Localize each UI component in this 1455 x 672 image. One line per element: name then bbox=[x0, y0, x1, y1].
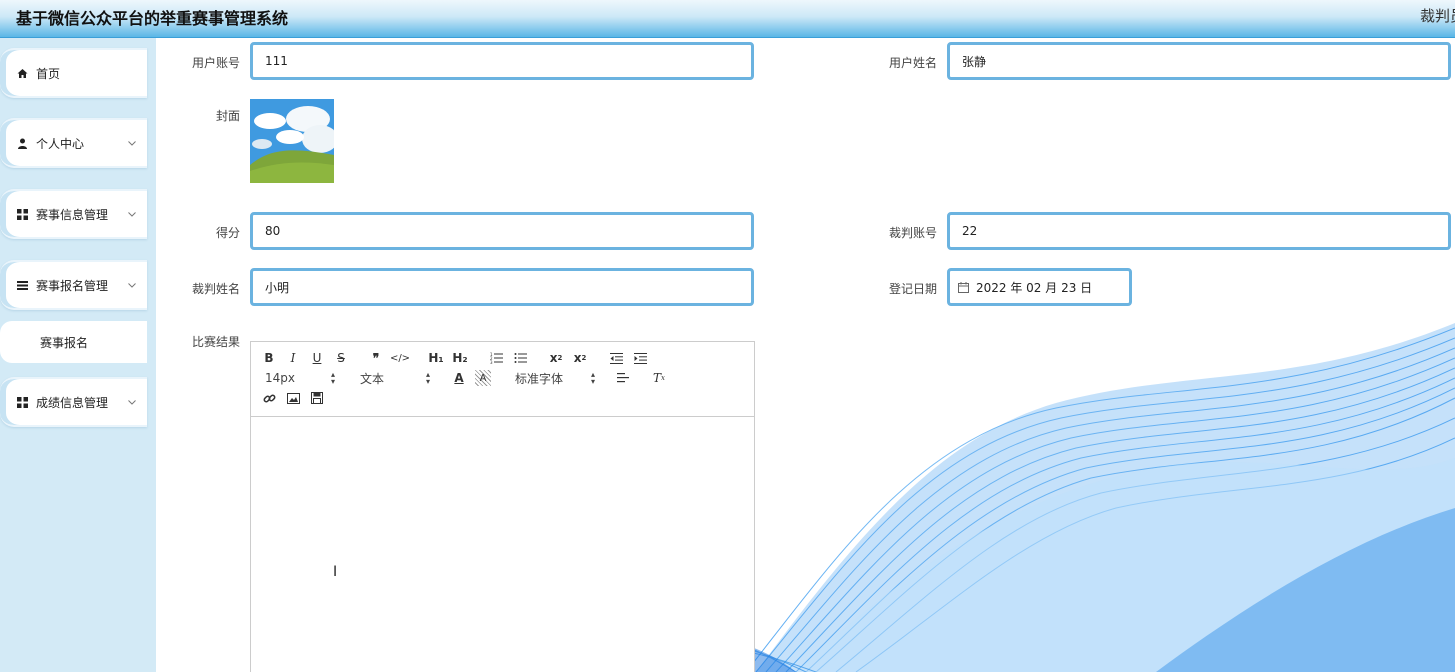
current-user[interactable]: 裁判员 bbox=[1420, 5, 1455, 26]
font-size-value: 14px bbox=[265, 371, 295, 385]
bullet-list-icon[interactable] bbox=[512, 350, 528, 366]
date-value: 2022 年 02 月 23 日 bbox=[976, 280, 1093, 295]
code-icon[interactable]: </> bbox=[390, 350, 410, 366]
list-icon bbox=[16, 279, 28, 291]
judge-account-label: 裁判账号 bbox=[888, 226, 937, 240]
font-family-value: 标准字体 bbox=[515, 371, 564, 386]
sidebar-subitem-signup[interactable]: 赛事报名 bbox=[0, 321, 147, 363]
underline-icon[interactable]: U bbox=[309, 350, 325, 366]
indent-icon[interactable] bbox=[632, 350, 648, 366]
date-label: 登记日期 bbox=[888, 282, 937, 296]
clear-format-icon[interactable]: Tx bbox=[651, 370, 667, 386]
chevron-down-icon bbox=[128, 283, 136, 288]
user-icon bbox=[16, 137, 28, 149]
rich-text-editor: B I U S ❞ </> H₁ H₂ 123 x2 x2 14px ▴ ▾ 文… bbox=[250, 341, 755, 672]
sidebar-item-label: 赛事信息管理 bbox=[36, 207, 109, 222]
score-input[interactable]: 80 bbox=[250, 212, 754, 250]
font-size-select[interactable]: 14px ▴ ▾ bbox=[265, 370, 335, 386]
cover-label: 封面 bbox=[215, 109, 240, 123]
font-family-select[interactable]: 标准字体 ▴ ▾ bbox=[515, 370, 595, 386]
sidebar-item-personal[interactable]: 个人中心 bbox=[0, 118, 147, 168]
text-type-value: 文本 bbox=[360, 371, 385, 386]
sidebar-item-event-info[interactable]: 赛事信息管理 bbox=[0, 189, 147, 239]
select-arrows-icon: ▴ ▾ bbox=[590, 370, 595, 386]
select-arrows-icon: ▴ ▾ bbox=[425, 370, 430, 386]
sidebar-item-label: 成绩信息管理 bbox=[36, 395, 109, 410]
font-color-icon[interactable]: A bbox=[451, 370, 467, 386]
username-input[interactable]: 张静 bbox=[947, 42, 1451, 80]
strikethrough-icon[interactable]: S bbox=[333, 350, 349, 366]
home-icon bbox=[16, 67, 28, 79]
ordered-list-icon[interactable]: 123 bbox=[488, 350, 504, 366]
app-header: 基于微信公众平台的举重赛事管理系统 裁判员 bbox=[0, 0, 1455, 38]
sidebar-item-score-info[interactable]: 成绩信息管理 bbox=[0, 377, 147, 427]
h1-icon[interactable]: H₁ bbox=[427, 350, 445, 366]
account-input[interactable]: 111 bbox=[250, 42, 754, 80]
text-type-select[interactable]: 文本 ▴ ▾ bbox=[360, 370, 430, 386]
background-color-icon[interactable]: A bbox=[475, 370, 491, 386]
chevron-down-icon bbox=[128, 400, 136, 405]
grid-icon bbox=[16, 396, 28, 408]
main-content: 用户账号 111 用户姓名 张静 封面 得分 80 裁判账号 22 裁判姓名 小… bbox=[156, 38, 1455, 672]
calendar-icon bbox=[958, 281, 969, 293]
chevron-down-icon bbox=[128, 212, 136, 217]
select-arrows-icon: ▴ ▾ bbox=[330, 370, 335, 386]
sidebar-item-event-signup[interactable]: 赛事报名管理 bbox=[0, 260, 147, 310]
blockquote-icon[interactable]: ❞ bbox=[368, 350, 384, 366]
bold-icon[interactable]: B bbox=[261, 350, 277, 366]
sidebar: 首页 个人中心 赛事信息管理 赛事报名管理 赛事报名 成绩信息管理 bbox=[0, 38, 156, 672]
sidebar-item-home[interactable]: 首页 bbox=[0, 48, 147, 98]
date-picker[interactable]: 2022 年 02 月 23 日 bbox=[947, 268, 1132, 306]
editor-toolbar: B I U S ❞ </> H₁ H₂ 123 x2 x2 14px ▴ ▾ 文… bbox=[251, 342, 754, 417]
app-title: 基于微信公众平台的举重赛事管理系统 bbox=[16, 9, 289, 28]
grid-icon bbox=[16, 208, 28, 220]
account-label: 用户账号 bbox=[191, 56, 240, 70]
superscript-icon[interactable]: x2 bbox=[572, 350, 588, 366]
text-cursor-icon: I bbox=[333, 564, 338, 580]
judge-name-input[interactable]: 小明 bbox=[250, 268, 754, 306]
chevron-down-icon bbox=[128, 141, 136, 146]
svg-text:3: 3 bbox=[490, 360, 493, 364]
result-label: 比赛结果 bbox=[191, 335, 240, 349]
image-icon[interactable] bbox=[285, 390, 301, 406]
username-label: 用户姓名 bbox=[888, 56, 937, 70]
score-label: 得分 bbox=[215, 226, 240, 240]
sidebar-item-label: 首页 bbox=[36, 66, 61, 81]
video-icon[interactable] bbox=[309, 390, 325, 406]
italic-icon[interactable]: I bbox=[285, 350, 301, 366]
outdent-icon[interactable] bbox=[608, 350, 624, 366]
sidebar-item-label: 个人中心 bbox=[36, 136, 85, 151]
judge-name-label: 裁判姓名 bbox=[191, 282, 240, 296]
h2-icon[interactable]: H₂ bbox=[451, 350, 469, 366]
judge-account-input[interactable]: 22 bbox=[947, 212, 1451, 250]
subscript-icon[interactable]: x2 bbox=[548, 350, 564, 366]
sidebar-item-label: 赛事报名管理 bbox=[36, 278, 109, 293]
cover-image[interactable] bbox=[250, 99, 334, 183]
link-icon[interactable] bbox=[261, 390, 277, 406]
align-icon[interactable] bbox=[615, 370, 631, 386]
